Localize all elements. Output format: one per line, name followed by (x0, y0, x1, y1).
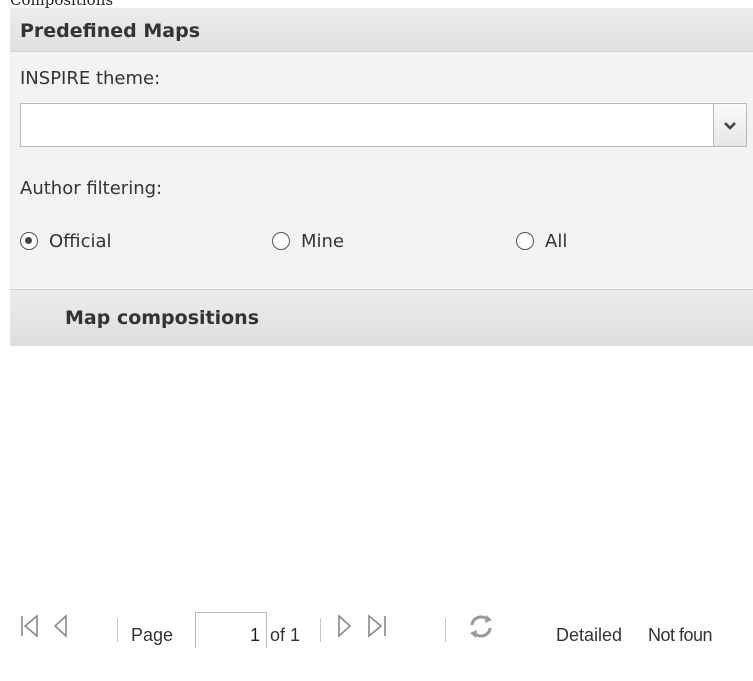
inspire-theme-input[interactable] (20, 103, 713, 147)
page-count: of 1 (270, 625, 301, 645)
refresh-icon (470, 615, 492, 638)
radio-mine-circle[interactable] (272, 232, 290, 250)
detailed-toggle[interactable]: Detailed (556, 625, 622, 646)
prev-page-icon (53, 614, 67, 638)
inspire-theme-label: INSPIRE theme: (20, 68, 161, 89)
map-compositions-header[interactable]: Map compositions (10, 289, 753, 346)
chevron-down-icon (724, 122, 736, 130)
inspire-theme-dropdown-button[interactable] (713, 103, 747, 147)
prev-page-button[interactable] (50, 611, 74, 639)
status-text: Not foun (648, 625, 713, 645)
radio-mine-label[interactable]: Mine (301, 231, 344, 252)
next-page-button[interactable] (333, 611, 357, 639)
refresh-button[interactable] (466, 611, 496, 639)
toolbar-separator (445, 618, 446, 642)
predefined-maps-panel: Predefined Maps INSPIRE theme: Author fi… (10, 8, 753, 346)
toolbar-separator (320, 618, 321, 642)
next-page-icon (338, 614, 352, 638)
last-page-icon (368, 614, 386, 638)
radio-all-label[interactable]: All (545, 231, 567, 252)
radio-all[interactable]: All (516, 226, 567, 256)
radio-official[interactable]: Official (20, 226, 112, 256)
last-page-button[interactable] (365, 611, 389, 639)
paging-toolbar: Page of 1 Detailed Not foun (10, 600, 753, 650)
radio-official-circle[interactable] (20, 232, 38, 250)
inspire-theme-combo[interactable] (20, 103, 747, 149)
page-label: Page (131, 625, 174, 645)
author-filtering-label: Author filtering: (20, 178, 163, 199)
first-page-button[interactable] (18, 611, 42, 639)
first-page-icon (21, 614, 38, 638)
radio-mine[interactable]: Mine (272, 226, 344, 256)
page-number-input[interactable] (195, 612, 267, 648)
toolbar-separator (117, 618, 118, 642)
author-filter-radio-group: Official Mine All (20, 226, 740, 256)
panel-header: Predefined Maps (10, 8, 753, 52)
map-compositions-title: Map compositions (65, 307, 260, 329)
radio-all-circle[interactable] (516, 232, 534, 250)
panel-title: Predefined Maps (20, 20, 201, 42)
radio-official-label[interactable]: Official (49, 231, 112, 252)
